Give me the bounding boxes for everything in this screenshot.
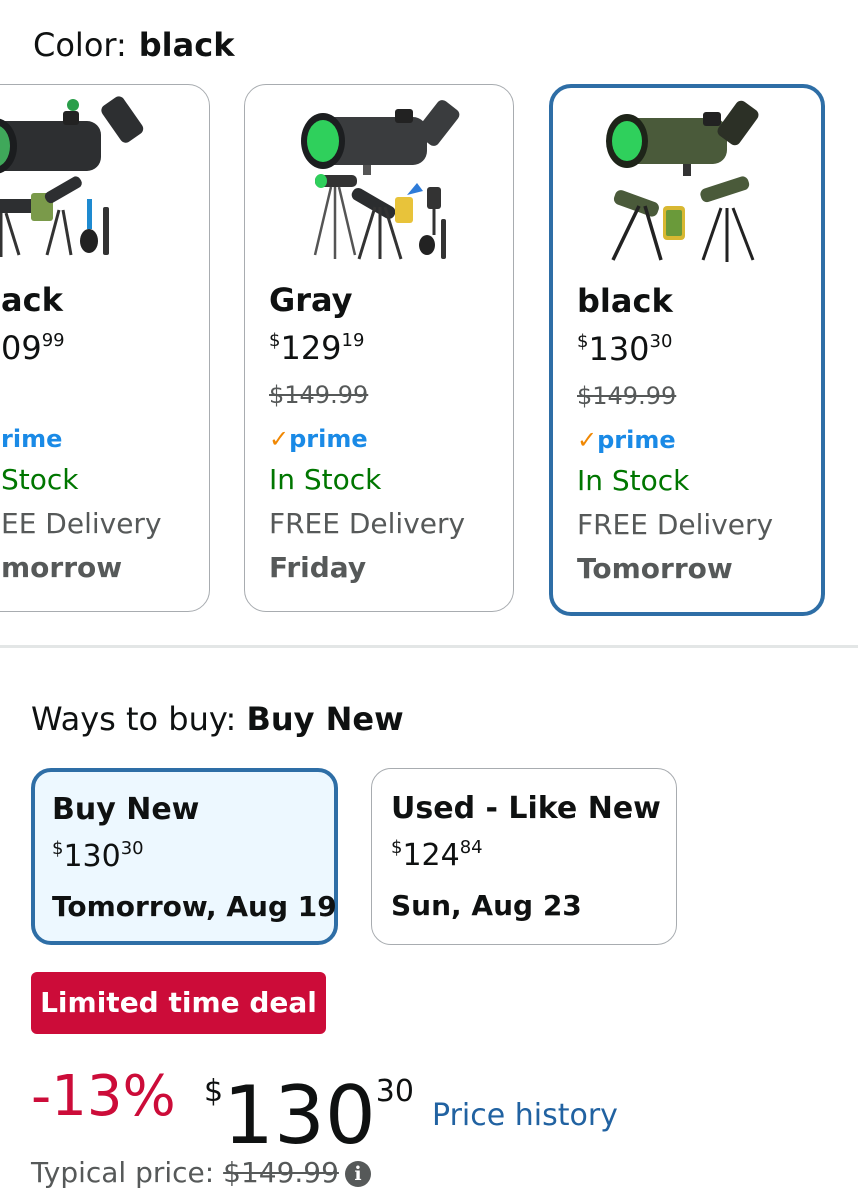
price-currency: $ <box>391 837 403 858</box>
check-icon: ✓ <box>269 425 290 453</box>
typical-price-row: Typical price: $149.99 i <box>31 1154 371 1192</box>
price-currency: $ <box>52 838 64 859</box>
delivery-text: FREE Delivery <box>577 508 774 541</box>
delivery-text: FREE Delivery <box>269 507 466 540</box>
buy-option-title: Used - Like New <box>391 791 661 826</box>
buy-option-delivery-date: Tomorrow, Aug 19 <box>52 890 337 923</box>
prime-badge: ✓prime <box>577 426 676 454</box>
color-swatch-black[interactable]: black $13030 $149.99 ✓prime In Stock FRE… <box>549 84 825 616</box>
price-fraction: 99 <box>41 330 65 351</box>
price-currency: $ <box>204 1074 224 1109</box>
typical-price-value: $149.99 <box>223 1156 339 1189</box>
color-swatch-black-alt[interactable]: ack 0999 rime Stock EE Delivery morrow <box>0 84 210 612</box>
price-fraction: 30 <box>649 331 673 352</box>
spotting-scope-bundle-image <box>553 98 821 273</box>
ways-to-buy-selected: Buy New <box>246 700 404 738</box>
price-fraction: 19 <box>341 330 365 351</box>
buy-option-price: $12484 <box>391 837 483 873</box>
price-whole: 130 <box>63 839 121 874</box>
swatch-name: black <box>577 282 673 320</box>
spotting-scope-bundle-image <box>245 95 513 270</box>
color-swatch-gray[interactable]: Gray $12919 $149.99 ✓prime In Stock FREE… <box>244 84 514 612</box>
stock-status: In Stock <box>577 464 690 497</box>
prime-label: prime <box>597 426 676 454</box>
ways-to-buy-label: Ways to buy: <box>31 700 237 738</box>
price-whole: 129 <box>280 329 342 367</box>
buy-option-price: $13030 <box>52 838 144 874</box>
prime-label: prime <box>289 425 368 453</box>
price-fraction: 30 <box>120 838 144 859</box>
price-currency: $ <box>269 330 281 351</box>
check-icon: ✓ <box>577 426 598 454</box>
prime-badge: ✓prime <box>269 425 368 453</box>
buy-option-new[interactable]: Buy New $13030 Tomorrow, Aug 19 <box>31 768 338 945</box>
ways-to-buy-header: Ways to buy: Buy New <box>31 700 404 738</box>
price-whole: 130 <box>223 1069 376 1162</box>
info-icon[interactable]: i <box>344 1161 371 1187</box>
swatch-name: ack <box>1 281 63 319</box>
price-history-link[interactable]: Price history <box>432 1096 618 1136</box>
price-fraction: 84 <box>459 837 483 858</box>
list-price: $149.99 <box>269 381 369 409</box>
price-whole: 09 <box>1 329 42 367</box>
delivery-day: Friday <box>269 551 367 584</box>
price-fraction: 30 <box>375 1074 414 1109</box>
price-whole: 130 <box>588 330 650 368</box>
buy-option-title: Buy New <box>52 792 200 827</box>
swatch-price: 0999 <box>1 329 65 367</box>
price-currency: $ <box>577 331 589 352</box>
spotting-scope-bundle-image <box>0 95 209 270</box>
typical-price-label: Typical price: <box>31 1156 215 1189</box>
swatch-price: $13030 <box>577 330 672 368</box>
section-divider <box>0 645 858 648</box>
price-whole: 124 <box>402 838 460 873</box>
limited-time-deal-badge: Limited time deal <box>31 972 326 1034</box>
swatch-price: $12919 <box>269 329 364 367</box>
buy-option-used[interactable]: Used - Like New $12484 Sun, Aug 23 <box>371 768 677 945</box>
color-label: Color: <box>33 26 127 64</box>
stock-status: Stock <box>1 463 79 496</box>
delivery-day: morrow <box>1 551 123 584</box>
selected-color-value: black <box>138 26 235 64</box>
delivery-text: EE Delivery <box>1 507 162 540</box>
swatch-name: Gray <box>269 281 353 319</box>
delivery-day: Tomorrow <box>577 552 733 585</box>
color-selector-header: Color: black <box>33 26 234 64</box>
stock-status: In Stock <box>269 463 382 496</box>
prime-badge: rime <box>1 425 63 453</box>
discount-percentage: -13% <box>31 1064 176 1129</box>
list-price: $149.99 <box>577 382 677 410</box>
buy-option-delivery-date: Sun, Aug 23 <box>391 889 582 922</box>
